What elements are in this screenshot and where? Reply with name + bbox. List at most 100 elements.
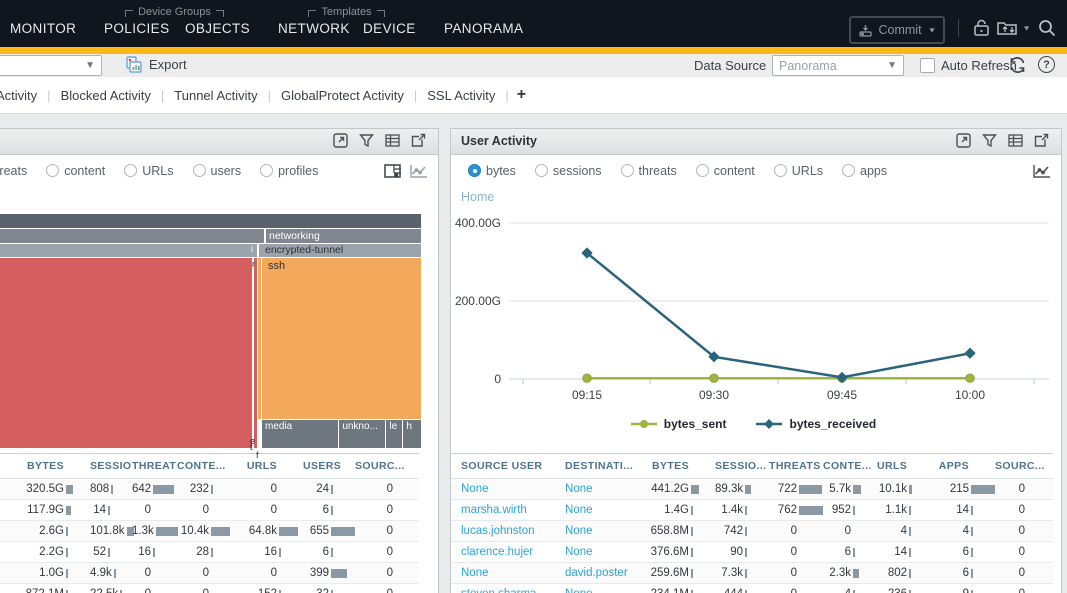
user-link[interactable]: lucas.johnston	[451, 525, 555, 537]
maximize-icon[interactable]	[956, 133, 971, 148]
user-link[interactable]: None	[555, 546, 645, 558]
treemap-category-band[interactable]	[0, 214, 421, 228]
value-bar	[853, 569, 859, 578]
column-header[interactable]: CONTE...	[823, 460, 877, 472]
column-header[interactable]: SESSIO...	[90, 460, 132, 472]
column-header[interactable]: URLS	[877, 460, 933, 472]
nav-item-device[interactable]: DEVICE	[363, 21, 416, 36]
treemap-cell-ssh[interactable]: ssh	[262, 258, 421, 419]
column-header[interactable]: USERS	[303, 460, 355, 472]
filter-icon[interactable]	[359, 133, 374, 148]
tab-activity[interactable]: Activity	[0, 88, 47, 103]
table-view-icon[interactable]	[385, 133, 400, 148]
breadcrumb-home[interactable]: Home	[461, 190, 494, 204]
tab-globalprotect-activity[interactable]: GlobalProtect Activity	[271, 88, 414, 103]
radio-apps[interactable]: apps	[842, 164, 887, 178]
time-range-select[interactable]: ▼	[0, 55, 102, 76]
legend-item-bytes_received[interactable]: bytes_received	[756, 417, 876, 431]
refresh-icon[interactable]	[1008, 56, 1027, 74]
value-bar	[909, 527, 911, 536]
column-header[interactable]: SOURCE USER	[451, 460, 555, 472]
bracket-right-icon	[216, 10, 224, 17]
radio-bytes[interactable]: bytes	[468, 164, 516, 178]
export-panel-icon[interactable]	[1034, 133, 1049, 148]
treemap-cell[interactable]: h	[403, 420, 420, 448]
user-link[interactable]: steven.sharma	[451, 588, 555, 593]
metric-cell: 742	[715, 525, 769, 537]
auto-refresh-checkbox[interactable]	[920, 58, 935, 73]
treemap-cell-media[interactable]: media	[262, 420, 338, 448]
nav-item-objects[interactable]: OBJECTS	[185, 21, 250, 36]
metric-cell: 0	[995, 588, 1051, 593]
treemap-cell-sliver[interactable]	[258, 258, 261, 419]
tab-ssl-activity[interactable]: SSL Activity	[417, 88, 505, 103]
column-header[interactable]: BYTES	[0, 460, 90, 472]
nav-item-policies[interactable]: POLICIES	[104, 21, 169, 36]
column-header[interactable]: SESSIO...	[715, 460, 769, 472]
tab-tunnel-activity[interactable]: Tunnel Activity	[164, 88, 267, 103]
treemap-view-icon[interactable]	[384, 164, 401, 178]
line-chart-view-icon[interactable]	[1033, 164, 1051, 178]
column-header[interactable]: BYTES	[645, 460, 715, 472]
add-tab-button[interactable]: +	[509, 86, 534, 104]
legend-item-bytes_sent[interactable]: bytes_sent	[631, 417, 727, 431]
user-link[interactable]: clarence.hujer	[451, 546, 555, 558]
export-panel-icon[interactable]	[411, 133, 426, 148]
treemap-cell-sliver[interactable]	[254, 258, 257, 448]
table-row: NoneNone441.2G89.3k7225.7k10.1k2150	[451, 479, 1053, 500]
radio-urls[interactable]: URLs	[124, 164, 173, 178]
table-view-icon[interactable]	[1008, 133, 1023, 148]
treemap-cell-encrypted-tunnel[interactable]: encrypted-tunnel	[259, 244, 421, 257]
user-link[interactable]: None	[555, 483, 645, 495]
radio-content[interactable]: content	[696, 164, 755, 178]
unlock-icon[interactable]	[972, 18, 993, 38]
tab-blocked-activity[interactable]: Blocked Activity	[51, 88, 161, 103]
column-header[interactable]: URLS	[235, 460, 303, 472]
templates-label: Templates	[278, 6, 415, 18]
radio-profiles[interactable]: profiles	[260, 164, 318, 178]
radio-threats[interactable]: threats	[0, 164, 27, 178]
treemap-cell-networking[interactable]: networking	[266, 229, 421, 243]
treemap-cell[interactable]: le	[386, 420, 402, 448]
radio-content[interactable]: content	[46, 164, 105, 178]
filter-icon[interactable]	[982, 133, 997, 148]
metric-cell: 722	[769, 483, 823, 495]
radio-threats[interactable]: threats	[621, 164, 677, 178]
column-header[interactable]: SOURC...	[355, 460, 419, 472]
radio-sessions[interactable]: sessions	[535, 164, 602, 178]
export-button[interactable]: Export	[126, 56, 187, 73]
device-context-switcher[interactable]: ▼	[996, 18, 1031, 38]
line-chart-view-icon[interactable]	[410, 164, 428, 178]
column-header[interactable]: THREATS	[769, 460, 823, 472]
user-link[interactable]: david.poster	[555, 567, 645, 579]
treemap-cell-large[interactable]	[0, 258, 252, 448]
search-icon[interactable]	[1037, 18, 1057, 38]
nav-item-panorama[interactable]: PANORAMA	[444, 21, 523, 36]
user-link[interactable]: None	[555, 504, 645, 516]
column-header[interactable]: APPS	[933, 460, 995, 472]
nav-item-monitor[interactable]: MONITOR	[10, 21, 76, 36]
nav-item-network[interactable]: NETWORK	[278, 21, 350, 36]
column-header[interactable]: SOURC...	[995, 460, 1051, 472]
radio-users[interactable]: users	[193, 164, 242, 178]
column-header[interactable]: CONTE...	[177, 460, 235, 472]
data-source-select[interactable]: Panorama▼	[772, 55, 904, 76]
treemap-category-cell[interactable]	[0, 244, 257, 257]
metric-cell: 642	[132, 483, 177, 495]
user-link[interactable]: None	[555, 525, 645, 537]
treemap-cell-unknown[interactable]: unkno...	[339, 420, 385, 448]
user-link[interactable]: None	[451, 567, 555, 579]
table-row: lucas.johnstonNone658.8M74200440	[451, 521, 1053, 542]
treemap-category-cell[interactable]	[0, 229, 264, 243]
user-link[interactable]: marsha.wirth	[451, 504, 555, 516]
user-link[interactable]: None	[555, 588, 645, 593]
panel-title: User Activity	[461, 134, 537, 148]
svg-text:10:00: 10:00	[955, 388, 985, 402]
maximize-icon[interactable]	[333, 133, 348, 148]
help-icon[interactable]: ?	[1038, 56, 1055, 73]
column-header[interactable]: DESTINATI...	[555, 460, 645, 472]
user-link[interactable]: None	[451, 483, 555, 495]
column-header[interactable]: THREATS	[132, 460, 177, 472]
commit-button[interactable]: Commit ▼	[849, 16, 945, 44]
radio-urls[interactable]: URLs	[774, 164, 823, 178]
